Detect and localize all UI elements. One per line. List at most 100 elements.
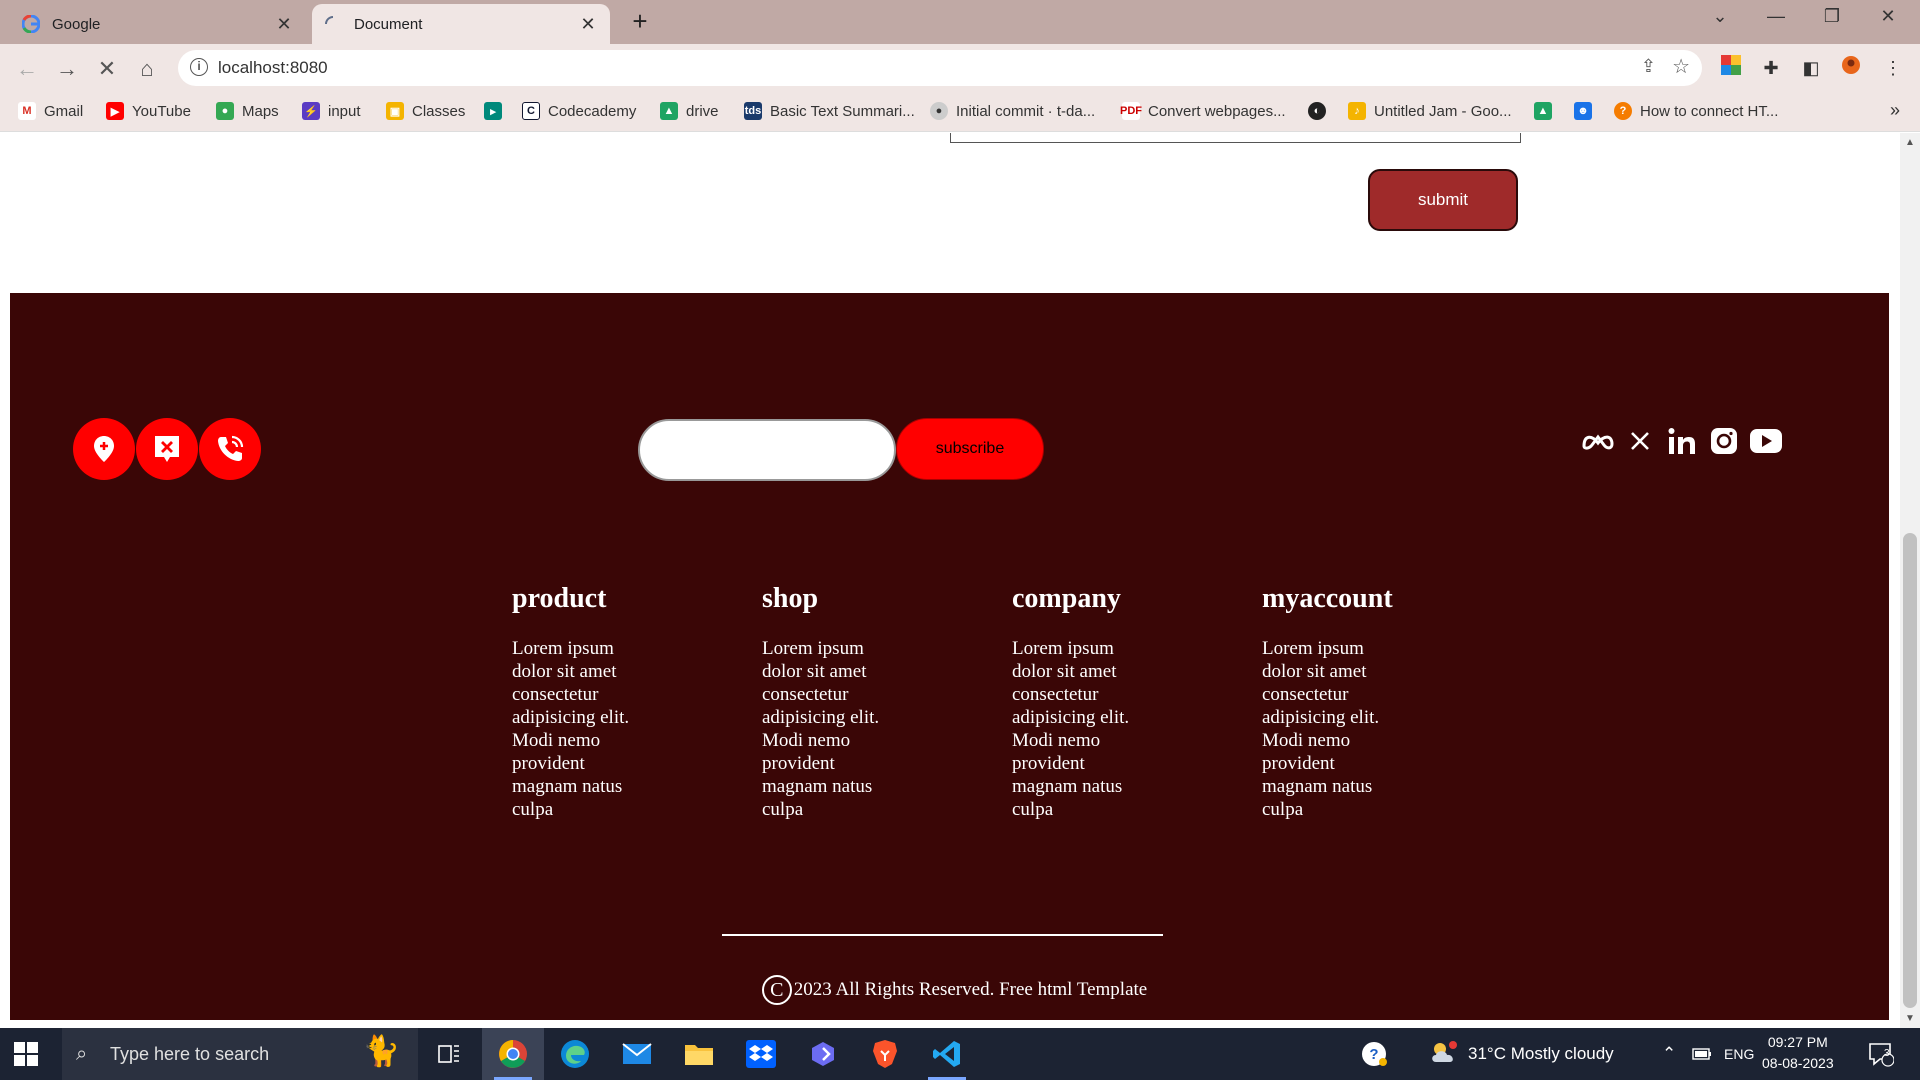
scrollbar-thumb[interactable] xyxy=(1903,533,1917,1008)
tab-search-icon[interactable]: ⌄ xyxy=(1700,6,1740,27)
extension-colorful-icon[interactable] xyxy=(1718,55,1744,81)
notification-count: 3 xyxy=(1884,1048,1890,1059)
tab-google[interactable]: Google ✕ xyxy=(10,4,306,44)
tab-document[interactable]: Document ✕ xyxy=(312,4,610,44)
back-icon[interactable]: ← xyxy=(12,54,42,84)
extensions-puzzle-icon[interactable]: ✚ xyxy=(1758,55,1784,81)
bookmark-codecademy[interactable]: C Codecademy xyxy=(522,102,636,120)
visual-studio-taskbar-icon[interactable] xyxy=(792,1028,854,1080)
newsletter-email-input[interactable] xyxy=(638,419,896,481)
bookmark-drive[interactable]: ▲ drive xyxy=(660,102,719,120)
show-hidden-icons[interactable]: ⌃ xyxy=(1662,1028,1676,1080)
message-textarea[interactable] xyxy=(950,133,1521,143)
profile-avatar[interactable] xyxy=(1838,55,1864,81)
phone-icon[interactable] xyxy=(199,418,261,480)
x-icon[interactable] xyxy=(1619,421,1661,461)
close-window-icon[interactable]: ✕ xyxy=(1868,6,1908,27)
submit-button[interactable]: submit xyxy=(1368,169,1518,231)
chrome-taskbar-icon[interactable] xyxy=(482,1028,544,1080)
brave-taskbar-icon[interactable] xyxy=(854,1028,916,1080)
mail-icon[interactable] xyxy=(136,418,198,480)
copyright-text: 2023 All Rights Reserved. Free html Temp… xyxy=(793,979,1148,1000)
restore-icon[interactable]: ❐ xyxy=(1812,6,1852,27)
scroll-up-icon[interactable]: ▲ xyxy=(1905,137,1915,148)
youtube-icon[interactable] xyxy=(1745,421,1787,461)
column-heading: product xyxy=(512,583,607,614)
scroll-down-icon[interactable]: ▼ xyxy=(1905,1013,1915,1024)
site-info-icon[interactable]: i xyxy=(190,58,208,76)
meta-icon[interactable] xyxy=(1577,421,1619,461)
location-icon[interactable] xyxy=(73,418,135,480)
tab-strip: Google ✕ Document ✕ + ⌄ — ❐ ✕ xyxy=(0,0,1920,44)
forward-icon[interactable]: → xyxy=(52,54,82,84)
site-footer: subscribe product Lorem ipsum dolor sit … xyxy=(10,293,1889,1020)
language-indicator[interactable]: ENG xyxy=(1724,1028,1754,1080)
side-panel-icon[interactable]: ◧ xyxy=(1798,55,1824,81)
instagram-icon[interactable] xyxy=(1703,421,1745,461)
page-scrollbar[interactable]: ▲ ▼ xyxy=(1900,133,1920,1028)
bookmark-gmail[interactable]: M Gmail xyxy=(18,102,83,120)
help-icon[interactable]: ? xyxy=(1360,1028,1388,1080)
more-bookmarks-icon[interactable]: » xyxy=(1890,100,1900,121)
bookmark-label: input xyxy=(328,102,361,120)
address-bar[interactable]: i localhost:8080 ⇪ ☆ xyxy=(178,50,1702,86)
notifications-icon[interactable]: 3 xyxy=(1868,1028,1894,1080)
stop-loading-icon[interactable]: ✕ xyxy=(92,54,122,84)
close-tab-icon[interactable]: ✕ xyxy=(578,14,598,35)
bookmark-classes[interactable]: ▣ Classes xyxy=(386,102,465,120)
github-icon: ● xyxy=(930,102,948,120)
home-icon[interactable]: ⌂ xyxy=(132,54,162,84)
close-tab-icon[interactable]: ✕ xyxy=(274,14,294,35)
google-icon xyxy=(22,15,40,33)
share-icon[interactable]: ⇪ xyxy=(1641,56,1656,77)
footer-column-myaccount: myaccount Lorem ipsum dolor sit amet con… xyxy=(1262,583,1512,821)
search-icon: ⌕ xyxy=(76,1042,88,1065)
windows-start-icon[interactable] xyxy=(14,1042,38,1066)
weather-text: 31°C Mostly cloudy xyxy=(1468,1044,1614,1063)
gmail-icon: M xyxy=(18,102,36,120)
bookmark-pdf24[interactable]: PDF Convert webpages... xyxy=(1120,102,1286,120)
bookmark-youtube[interactable]: ▶ YouTube xyxy=(106,102,191,120)
drive-icon: ▲ xyxy=(1534,102,1552,120)
bookmark-star-icon[interactable]: ☆ xyxy=(1672,54,1690,79)
bookmark-maps[interactable]: ● Maps xyxy=(216,102,279,120)
bookmark-globe[interactable]: ◐ xyxy=(1308,102,1334,120)
menu-kebab-icon[interactable]: ⋮ xyxy=(1880,55,1906,81)
weather-widget[interactable]: 31°C Mostly cloudy xyxy=(1428,1028,1614,1080)
battery-icon[interactable] xyxy=(1692,1028,1712,1080)
bookmark-how-to-connect[interactable]: ? How to connect HT... xyxy=(1614,102,1778,120)
bookmark-meet[interactable]: ▸ xyxy=(484,102,510,120)
bookmark-text-summarizer[interactable]: tds Basic Text Summari... xyxy=(744,102,915,120)
mail-taskbar-icon[interactable] xyxy=(606,1028,668,1080)
dropbox-taskbar-icon[interactable] xyxy=(730,1028,792,1080)
column-text: Lorem ipsum dolor sit amet consectetur a… xyxy=(1262,638,1380,820)
bookmark-github[interactable]: ● Initial commit · t-da... xyxy=(930,102,1095,120)
drive-icon: ▲ xyxy=(660,102,678,120)
edge-taskbar-icon[interactable] xyxy=(544,1028,606,1080)
column-heading: shop xyxy=(762,583,819,614)
taskbar-search[interactable]: ⌕ Type here to search 🐈 xyxy=(62,1028,418,1080)
bookmark-contacts[interactable]: ☻ xyxy=(1574,102,1600,120)
tab-title: Document xyxy=(354,15,423,33)
clock-date: 08-08-2023 xyxy=(1762,1055,1834,1071)
pdf-icon: PDF xyxy=(1120,102,1142,120)
bookmark-label: Maps xyxy=(242,102,279,120)
linkedin-icon[interactable] xyxy=(1661,421,1703,461)
subscribe-button[interactable]: subscribe xyxy=(896,418,1044,480)
system-clock[interactable]: 09:27 PM 08-08-2023 xyxy=(1762,1032,1834,1074)
bookmark-label: Untitled Jam - Goo... xyxy=(1374,102,1512,120)
task-view-icon[interactable] xyxy=(418,1028,480,1080)
column-text: Lorem ipsum dolor sit amet consectetur a… xyxy=(762,638,880,820)
minimize-icon[interactable]: — xyxy=(1756,6,1796,27)
file-explorer-taskbar-icon[interactable] xyxy=(668,1028,730,1080)
contacts-icon: ☻ xyxy=(1574,102,1592,120)
bookmark-input[interactable]: ⚡ input xyxy=(302,102,361,120)
url-text[interactable]: localhost:8080 xyxy=(218,58,328,78)
vscode-taskbar-icon[interactable] xyxy=(916,1028,978,1080)
footer-columns: product Lorem ipsum dolor sit amet conse… xyxy=(512,583,1512,821)
bookmark-drive-2[interactable]: ▲ xyxy=(1534,102,1560,120)
bookmark-jam[interactable]: ♪ Untitled Jam - Goo... xyxy=(1348,102,1512,120)
copyright-icon: C xyxy=(761,975,792,1005)
new-tab-button[interactable]: + xyxy=(624,6,656,37)
tds-icon: tds xyxy=(744,102,762,120)
